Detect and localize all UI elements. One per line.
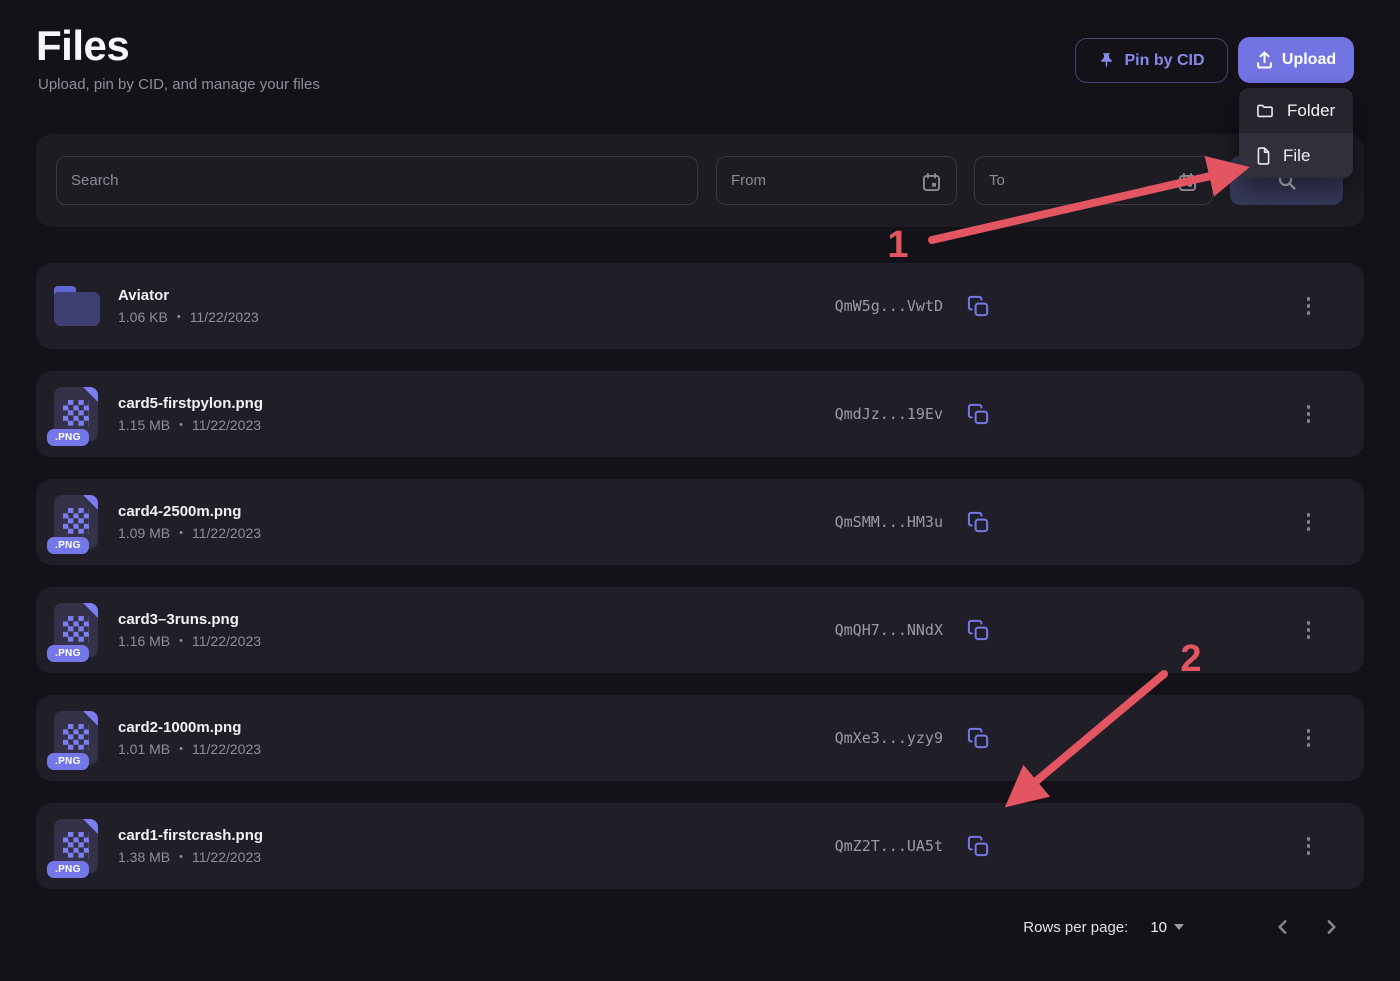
file-size: 1.16 MB — [118, 633, 171, 649]
meta-separator-dot: • — [179, 635, 183, 647]
file-meta: 1.15 MB • 11/22/2023 — [118, 417, 763, 433]
copy-cid-button-row-6[interactable] — [967, 835, 990, 858]
page-title: Files — [36, 22, 130, 69]
file-size: 1.06 KB — [118, 309, 168, 325]
table-row[interactable]: .PNG card1-firstcrash.png 1.38 MB • 11/2… — [36, 803, 1364, 889]
png-file-icon: .PNG — [47, 387, 98, 446]
file-cid: QmZ2T...UA5t — [834, 837, 943, 855]
date-from-input[interactable] — [716, 156, 957, 205]
pagination-bar: Rows per page: 10 — [1023, 905, 1344, 949]
folder-icon — [54, 286, 100, 326]
file-meta: 1.16 MB • 11/22/2023 — [118, 633, 763, 649]
file-date: 11/22/2023 — [192, 849, 262, 865]
rows-per-page-select[interactable]: 10 — [1150, 919, 1184, 936]
file-type-badge: .PNG — [47, 429, 89, 446]
table-row[interactable]: .PNG card4-2500m.png 1.09 MB • 11/22/202… — [36, 479, 1364, 565]
file-name: card4-2500m.png — [118, 503, 242, 520]
file-list: Aviator 1.06 KB • 11/22/2023 QmW5g...Vwt… — [36, 263, 1364, 889]
file-icon — [1256, 146, 1271, 165]
file-name: Aviator — [118, 287, 170, 304]
png-file-icon: .PNG — [47, 819, 98, 878]
file-name: card3–3runs.png — [118, 611, 239, 628]
row-menu-button[interactable] — [1301, 831, 1317, 861]
copy-cid-button-row-2[interactable] — [967, 403, 990, 426]
file-date: 11/22/2023 — [192, 417, 262, 433]
file-cid: QmdJz...19Ev — [834, 405, 943, 423]
next-page-button[interactable] — [1318, 914, 1344, 940]
file-type-badge: .PNG — [47, 753, 89, 770]
file-date: 11/22/2023 — [192, 741, 262, 757]
file-date: 11/22/2023 — [189, 309, 259, 325]
meta-separator-dot: • — [176, 311, 181, 323]
previous-page-button[interactable] — [1270, 914, 1296, 940]
row-menu-button[interactable] — [1301, 507, 1317, 537]
copy-icon — [967, 619, 990, 642]
file-cid: QmW5g...VwtD — [834, 297, 943, 315]
file-type-badge: .PNG — [47, 645, 89, 662]
png-file-icon: .PNG — [47, 711, 98, 770]
copy-cid-button-row-4[interactable] — [967, 619, 990, 642]
copy-icon — [967, 835, 990, 858]
meta-separator-dot: • — [179, 419, 183, 431]
upload-menu: Folder File — [1239, 88, 1353, 178]
rows-per-page-value: 10 — [1150, 918, 1167, 936]
table-row[interactable]: Aviator 1.06 KB • 11/22/2023 QmW5g...Vwt… — [36, 263, 1364, 349]
pin-by-cid-label: Pin by CID — [1124, 51, 1205, 69]
search-input[interactable] — [56, 156, 698, 205]
pin-icon — [1098, 52, 1115, 69]
file-name: card5-firstpylon.png — [118, 395, 264, 412]
table-row[interactable]: .PNG card3–3runs.png 1.16 MB • 11/22/202… — [36, 587, 1364, 673]
upload-label: Upload — [1281, 51, 1337, 68]
chevron-down-icon — [1174, 924, 1184, 930]
table-row[interactable]: .PNG card2-1000m.png 1.01 MB • 11/22/202… — [36, 695, 1364, 781]
annotation-label-1: 1 — [887, 224, 908, 266]
row-menu-button[interactable] — [1301, 615, 1317, 645]
file-meta: 1.01 MB • 11/22/2023 — [118, 741, 763, 757]
file-date: 11/22/2023 — [192, 633, 262, 649]
copy-cid-button-row-1[interactable] — [967, 295, 990, 318]
file-cid: QmXe3...yzy9 — [834, 729, 943, 747]
row-menu-button[interactable] — [1301, 291, 1317, 321]
file-meta: 1.38 MB • 11/22/2023 — [118, 849, 763, 865]
upload-menu-item-label: Folder — [1287, 100, 1336, 120]
file-type-badge: .PNG — [47, 537, 89, 554]
meta-separator-dot: • — [179, 527, 183, 539]
upload-menu-item-label: File — [1283, 145, 1311, 165]
meta-separator-dot: • — [179, 743, 183, 755]
upload-icon — [1256, 51, 1273, 69]
copy-cid-button-row-3[interactable] — [967, 511, 990, 534]
file-cid: QmSMM...HM3u — [834, 513, 943, 531]
copy-cid-button-row-5[interactable] — [967, 727, 990, 750]
file-meta: 1.06 KB • 11/22/2023 — [118, 309, 763, 325]
png-file-icon: .PNG — [47, 495, 98, 554]
file-size: 1.38 MB — [118, 849, 171, 865]
page-subtitle: Upload, pin by CID, and manage your file… — [38, 76, 320, 93]
upload-menu-item-file[interactable]: File — [1239, 133, 1353, 178]
file-type-badge: .PNG — [47, 861, 89, 878]
row-menu-button[interactable] — [1301, 723, 1317, 753]
copy-icon — [967, 295, 990, 318]
upload-button[interactable]: Upload — [1238, 37, 1354, 83]
copy-icon — [967, 403, 990, 426]
file-size: 1.15 MB — [118, 417, 171, 433]
date-to-input[interactable] — [974, 156, 1213, 205]
file-meta: 1.09 MB • 11/22/2023 — [118, 525, 763, 541]
row-menu-button[interactable] — [1301, 399, 1317, 429]
file-size: 1.01 MB — [118, 741, 171, 757]
file-date: 11/22/2023 — [192, 525, 262, 541]
file-name: card1-firstcrash.png — [118, 827, 264, 844]
pin-by-cid-button[interactable]: Pin by CID — [1075, 38, 1228, 83]
meta-separator-dot: • — [179, 851, 183, 863]
file-name: card2-1000m.png — [118, 719, 242, 736]
folder-icon — [1256, 102, 1275, 119]
file-size: 1.09 MB — [118, 525, 171, 541]
copy-icon — [967, 727, 990, 750]
filter-panel — [36, 134, 1364, 227]
png-file-icon: .PNG — [47, 603, 98, 662]
copy-icon — [967, 511, 990, 534]
upload-menu-item-folder[interactable]: Folder — [1239, 88, 1353, 133]
table-row[interactable]: .PNG card5-firstpylon.png 1.15 MB • 11/2… — [36, 371, 1364, 457]
file-cid: QmQH7...NNdX — [834, 621, 943, 639]
rows-per-page-label: Rows per page: — [1023, 918, 1129, 936]
